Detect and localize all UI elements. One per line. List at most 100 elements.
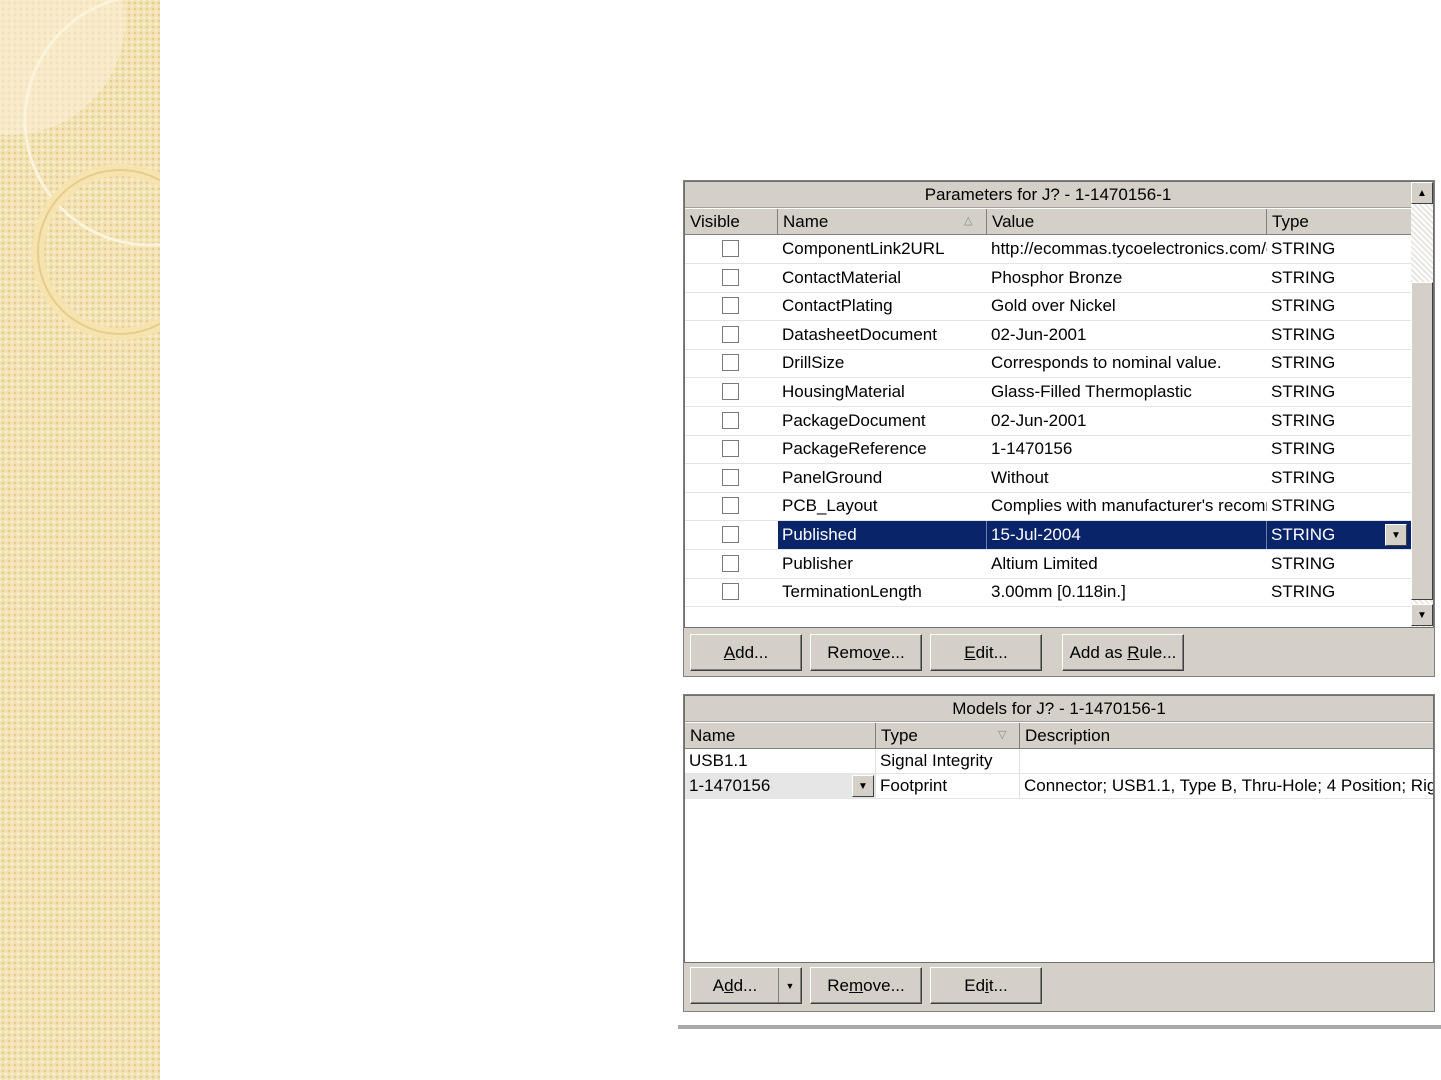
parameter-name-cell[interactable]: Publisher bbox=[778, 550, 987, 578]
parameters-scrollbar[interactable]: ▲ ▼ bbox=[1411, 182, 1433, 627]
visible-checkbox[interactable] bbox=[722, 297, 739, 315]
parameter-value-cell[interactable]: 02-Jun-2001 bbox=[987, 321, 1267, 349]
visible-checkbox[interactable] bbox=[722, 240, 739, 257]
parameters-header: Visible Name △ Value Type bbox=[685, 208, 1411, 235]
parameter-row[interactable]: ComponentLink2URL http://ecommas.tycoelec… bbox=[685, 235, 1411, 264]
parameter-name-cell[interactable]: PanelGround bbox=[778, 464, 987, 492]
parameter-value-cell[interactable]: Glass-Filled Thermoplastic bbox=[987, 378, 1267, 406]
dropdown-arrow-icon[interactable]: ▼ bbox=[852, 775, 874, 797]
parameter-type-cell[interactable]: STRING bbox=[1267, 550, 1411, 578]
visible-checkbox[interactable] bbox=[722, 468, 739, 486]
visible-checkbox[interactable] bbox=[722, 383, 739, 400]
model-name-cell[interactable]: USB1.1 bbox=[685, 749, 876, 773]
parameter-row[interactable]: DrillSize Corresponds to nominal value. ST… bbox=[685, 349, 1411, 379]
column-header-name[interactable]: Name bbox=[685, 723, 876, 748]
visible-checkbox[interactable] bbox=[722, 411, 739, 429]
parameter-row[interactable]: Publisher Altium Limited STRING bbox=[685, 550, 1411, 579]
column-header-value[interactable]: Value bbox=[987, 209, 1267, 234]
parameters-remove-button[interactable]: Remo v e... bbox=[810, 634, 922, 671]
label-part: dd... bbox=[735, 642, 769, 662]
parameter-value-cell[interactable]: Corresponds to nominal value. bbox=[987, 349, 1267, 377]
label-part: t... bbox=[988, 975, 1008, 995]
visible-checkbox[interactable] bbox=[722, 268, 739, 286]
model-name-cell[interactable]: 1-1470156 bbox=[685, 774, 876, 798]
model-description-cell[interactable]: Connector; USB1.1, Type B, Thru-Hole; 4 … bbox=[1020, 774, 1433, 798]
parameter-row[interactable]: PackageReference 1-1470156 STRING bbox=[685, 435, 1411, 465]
parameter-row[interactable]: DatasheetDocument 02-Jun-2001 STRING bbox=[685, 321, 1411, 350]
column-header-type[interactable]: Type bbox=[1267, 209, 1411, 234]
parameter-value-cell[interactable]: 02-Jun-2001 bbox=[987, 407, 1267, 435]
models-add-button[interactable]: Add... ▼ bbox=[690, 967, 802, 1004]
visible-checkbox[interactable] bbox=[722, 440, 739, 458]
decorative-circles bbox=[0, 0, 160, 340]
parameter-type-cell[interactable]: STRING bbox=[1267, 321, 1411, 349]
parameter-type-cell[interactable]: STRING bbox=[1267, 407, 1411, 435]
parameter-row[interactable]: PCB_Layout Complies with manufacturer's r… bbox=[685, 492, 1411, 522]
parameter-row[interactable]: Published 15-Jul-2004 STRING ▼ bbox=[685, 521, 1411, 550]
column-header-visible[interactable]: Visible bbox=[685, 209, 778, 234]
parameter-row[interactable]: TerminationLength 3.00mm [0.118in.] STRING bbox=[685, 578, 1411, 608]
visible-checkbox[interactable] bbox=[722, 354, 739, 372]
parameter-value-cell[interactable]: Phosphor Bronze bbox=[987, 264, 1267, 292]
parameter-value-cell[interactable]: Without bbox=[987, 464, 1267, 492]
model-row[interactable]: 1-1470156 Footprint Connector; USB1.1, Typ… bbox=[685, 774, 1433, 799]
parameter-name-cell[interactable]: ContactMaterial bbox=[778, 264, 987, 292]
add-as-rule-button[interactable]: Add as Rule... bbox=[1062, 634, 1184, 671]
parameter-value-cell[interactable]: 1-1470156 bbox=[987, 435, 1267, 463]
parameter-name-cell[interactable]: ContactPlating bbox=[778, 292, 987, 320]
column-header-description[interactable]: Description bbox=[1020, 723, 1433, 748]
visible-checkbox[interactable] bbox=[722, 325, 739, 343]
parameter-row[interactable]: ContactPlating Gold over Nickel STRING bbox=[685, 292, 1411, 322]
parameter-type-cell[interactable]: STRING bbox=[1267, 235, 1411, 263]
parameter-row[interactable]: HousingMaterial Glass-Filled Thermoplasti… bbox=[685, 378, 1411, 407]
scroll-down-arrow-icon[interactable]: ▼ bbox=[1411, 604, 1433, 626]
parameter-type-cell[interactable]: STRING bbox=[1267, 435, 1411, 463]
parameter-name-cell[interactable]: PackageDocument bbox=[778, 407, 987, 435]
column-header-type[interactable]: Type ▽ bbox=[876, 723, 1020, 748]
label-part: A bbox=[712, 975, 725, 995]
models-edit-button[interactable]: Ed i t... bbox=[930, 967, 1042, 1004]
visible-checkbox[interactable] bbox=[722, 583, 739, 601]
parameters-add-button[interactable]: Add... bbox=[690, 634, 802, 671]
dropdown-arrow-icon[interactable]: ▼ bbox=[1385, 524, 1407, 546]
parameter-name-cell[interactable]: TerminationLength bbox=[778, 578, 987, 606]
column-header-name[interactable]: Name △ bbox=[778, 209, 987, 234]
parameter-type-cell[interactable]: STRING bbox=[1267, 578, 1411, 606]
parameter-type-cell[interactable]: STRING bbox=[1267, 349, 1411, 377]
parameter-name-cell[interactable]: DrillSize bbox=[778, 349, 987, 377]
parameter-value-cell[interactable]: Altium Limited bbox=[987, 550, 1267, 578]
model-type-cell[interactable]: Footprint bbox=[876, 774, 1020, 798]
parameter-name-cell[interactable]: HousingMaterial bbox=[778, 378, 987, 406]
parameter-type-cell[interactable]: STRING bbox=[1267, 492, 1411, 520]
parameter-type-cell[interactable]: STRING bbox=[1267, 264, 1411, 292]
parameter-row[interactable]: ContactMaterial Phosphor Bronze STRING bbox=[685, 264, 1411, 293]
parameter-name-cell[interactable]: PackageReference bbox=[778, 435, 987, 463]
parameters-edit-button[interactable]: Edit... bbox=[930, 634, 1042, 671]
parameter-name-cell[interactable]: Published bbox=[778, 521, 987, 549]
parameter-value-cell[interactable]: 15-Jul-2004 bbox=[987, 521, 1267, 549]
parameter-name-cell[interactable]: ComponentLink2URL bbox=[778, 235, 987, 263]
parameter-row[interactable]: PackageDocument 02-Jun-2001 STRING bbox=[685, 407, 1411, 436]
scrollbar-thumb[interactable] bbox=[1411, 282, 1433, 600]
scroll-up-arrow-icon[interactable]: ▲ bbox=[1411, 182, 1433, 204]
parameter-type-cell[interactable]: STRING bbox=[1267, 378, 1411, 406]
model-description-cell[interactable] bbox=[1020, 749, 1433, 773]
accelerator-key: m bbox=[848, 975, 864, 995]
parameter-value-cell[interactable]: Gold over Nickel bbox=[987, 292, 1267, 320]
parameter-name-cell[interactable]: DatasheetDocument bbox=[778, 321, 987, 349]
visible-checkbox[interactable] bbox=[722, 526, 739, 543]
parameter-type-cell[interactable]: STRING bbox=[1267, 464, 1411, 492]
parameter-type-cell[interactable]: STRING bbox=[1267, 292, 1411, 320]
parameter-name-cell[interactable]: PCB_Layout bbox=[778, 492, 987, 520]
parameter-value-cell[interactable]: http://ecommas.tycoelectronics.com/c bbox=[987, 235, 1267, 263]
parameter-value-cell[interactable]: 3.00mm [0.118in.] bbox=[987, 578, 1267, 606]
visible-checkbox[interactable] bbox=[722, 497, 739, 515]
dropdown-arrow-icon[interactable]: ▼ bbox=[778, 968, 801, 1003]
model-row[interactable]: USB1.1 Signal Integrity bbox=[685, 749, 1433, 774]
models-remove-button[interactable]: Re m ove... bbox=[810, 967, 922, 1004]
accelerator-key: R bbox=[1127, 642, 1140, 662]
parameter-row[interactable]: PanelGround Without STRING bbox=[685, 464, 1411, 493]
visible-checkbox[interactable] bbox=[722, 554, 739, 572]
model-type-cell[interactable]: Signal Integrity bbox=[876, 749, 1020, 773]
parameter-value-cell[interactable]: Complies with manufacturer's recomme bbox=[987, 492, 1267, 520]
